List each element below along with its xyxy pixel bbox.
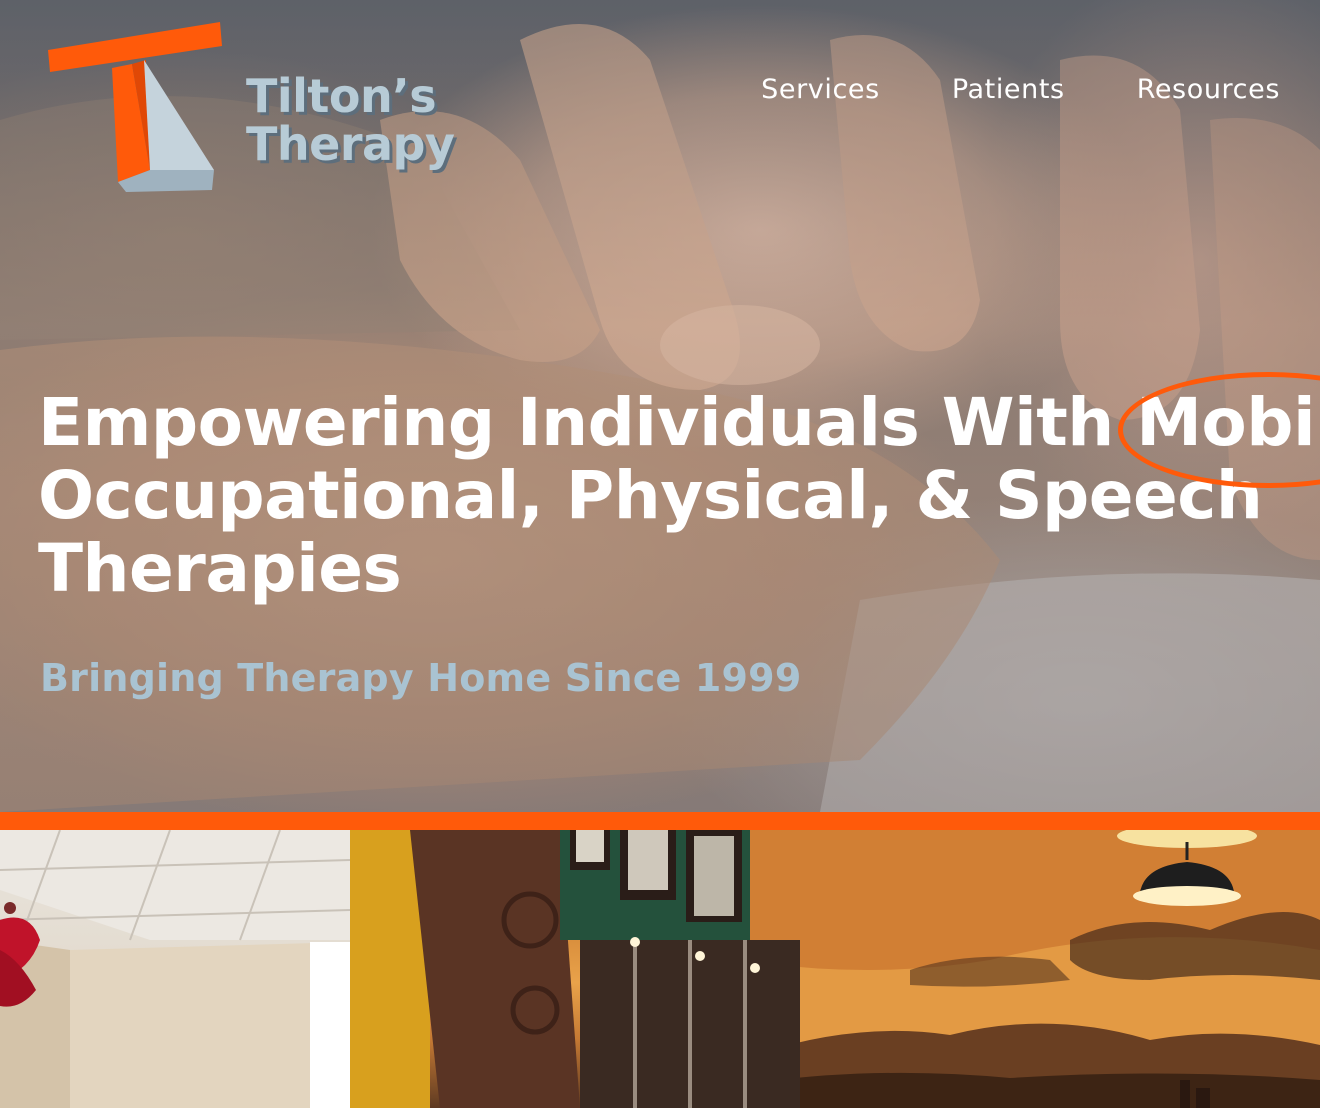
gallery-photo-office-corner bbox=[0, 830, 350, 1108]
lobby-illustration bbox=[350, 830, 1320, 1108]
site-logo[interactable]: Tilton’s Therapy bbox=[46, 20, 455, 195]
logo-name-line2: Therapy bbox=[246, 117, 455, 171]
hero-tagline: Bringing Therapy Home Since 1999 bbox=[40, 656, 802, 700]
accent-divider bbox=[0, 812, 1320, 830]
nav-link-patients[interactable]: Patients bbox=[952, 74, 1065, 105]
hero-section: Tilton’s Therapy Services Patients Resou… bbox=[0, 0, 1320, 812]
nav-link-services[interactable]: Services bbox=[761, 74, 880, 105]
office-corner-illustration bbox=[0, 830, 350, 1108]
gallery-photo-lobby bbox=[350, 830, 1320, 1108]
letter-t-logo-icon bbox=[48, 22, 222, 192]
logo-wordmark: Tilton’s Therapy bbox=[246, 69, 455, 171]
nav-link-resources[interactable]: Resources bbox=[1137, 74, 1280, 105]
headline-line-3: Therapies bbox=[38, 530, 402, 607]
headline-line-2: Occupational, Physical, & Speech bbox=[38, 457, 1263, 534]
logo-name-line1: Tilton’s bbox=[246, 69, 437, 123]
main-nav: Services Patients Resources bbox=[761, 74, 1280, 105]
